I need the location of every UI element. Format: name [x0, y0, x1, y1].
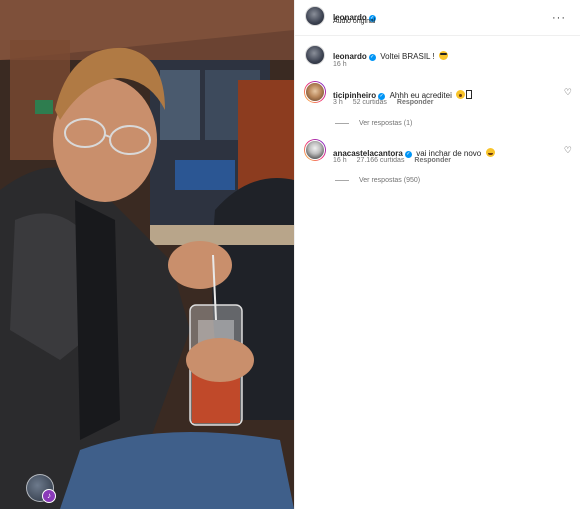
- comment-timestamp: 3 h: [333, 99, 343, 106]
- caption-author-avatar[interactable]: [305, 45, 325, 65]
- laughing-emoji-icon: [485, 148, 495, 157]
- view-replies-label: Ver respostas (1): [359, 120, 413, 127]
- caption-username[interactable]: leonardo: [333, 52, 367, 61]
- like-heart-icon[interactable]: ♡: [564, 87, 572, 98]
- divider-line: [335, 179, 349, 181]
- audio-badge-icon: ♪: [42, 489, 56, 503]
- sunglasses-emoji-icon: [439, 51, 449, 60]
- view-replies-label: Ver respostas (950): [359, 177, 421, 184]
- comments-panel: leonardo ✓ Áudio original ··· leonardo ✓ V…: [294, 0, 580, 509]
- caption-timestamp: 16 h: [333, 61, 347, 68]
- post-video-frame: [0, 0, 294, 509]
- view-replies-button[interactable]: Ver respostas (1): [335, 120, 412, 127]
- comment-timestamp: 16 h: [333, 157, 347, 164]
- astonished-emoji-icon: [456, 90, 466, 99]
- post-header: leonardo ✓ Áudio original ···: [295, 0, 580, 36]
- more-options-icon[interactable]: ···: [552, 12, 566, 24]
- like-heart-icon[interactable]: ♡: [564, 145, 572, 156]
- comment-avatar-anacastelacantora[interactable]: [304, 139, 326, 161]
- divider-line: [335, 122, 349, 124]
- view-replies-button[interactable]: Ver respostas (950): [335, 177, 420, 184]
- reply-button[interactable]: Responder: [397, 99, 434, 106]
- comment-likes[interactable]: 52 curtidas: [353, 99, 387, 106]
- comment-avatar-ticipinheiro[interactable]: [304, 81, 326, 103]
- verified-badge-icon: ✓: [368, 54, 376, 61]
- comment-likes[interactable]: 27.166 curtidas: [357, 157, 405, 164]
- comment-meta: 3 h 52 curtidas Responder: [333, 99, 441, 106]
- audio-label[interactable]: Áudio original: [333, 18, 375, 25]
- post-media[interactable]: ♪: [0, 0, 294, 509]
- reply-button[interactable]: Responder: [414, 157, 451, 164]
- caption-text: Voltei BRASIL !: [380, 52, 435, 61]
- unrendered-glyph-icon: [466, 90, 473, 99]
- caption: leonardo ✓ Voltei BRASIL !: [333, 46, 563, 64]
- comment-meta: 16 h 27.166 curtidas Responder: [333, 157, 459, 164]
- author-avatar[interactable]: [305, 6, 325, 26]
